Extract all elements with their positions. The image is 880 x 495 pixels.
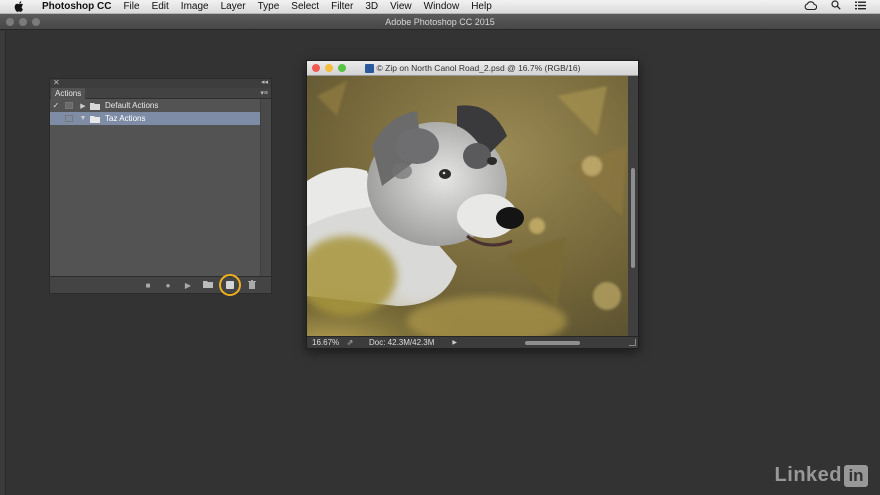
menu-help[interactable]: Help [465, 0, 498, 14]
horizontal-scroll-thumb[interactable] [525, 341, 580, 345]
action-set-taz[interactable]: ▼ Taz Actions [50, 112, 261, 125]
menu-app-name[interactable]: Photoshop CC [36, 0, 117, 14]
close-panel-icon[interactable]: ✕ [53, 78, 60, 87]
zoom-document-button[interactable] [338, 64, 346, 72]
dog-photo [307, 76, 629, 338]
doc-size-info: Doc: 42.3M/42.3M [369, 338, 435, 347]
action-set-name: Taz Actions [105, 114, 146, 123]
document-title-bar: © Zip on North Canol Road_2.psd @ 16.7% … [307, 61, 638, 76]
action-set-name: Default Actions [105, 101, 159, 110]
watermark-logo: in [844, 464, 868, 487]
minimize-document-button[interactable] [325, 64, 333, 72]
linkedin-watermark: Linked in [775, 464, 868, 487]
menu-image[interactable]: Image [175, 0, 215, 14]
panel-tab-bar: Actions ▾≡ [50, 88, 271, 99]
expand-arrow-icon[interactable]: ▶ [78, 102, 88, 110]
panel-menu-icon[interactable]: ▾≡ [260, 89, 268, 97]
window-controls [6, 18, 40, 26]
app-title-bar: Adobe Photoshop CC 2015 [0, 14, 880, 30]
menu-bar: Photoshop CC File Edit Image Layer Type … [0, 0, 880, 14]
menu-extras [804, 0, 866, 13]
menu-select[interactable]: Select [285, 0, 325, 14]
watermark-text: Linked [774, 464, 842, 486]
menu-type[interactable]: Type [252, 0, 286, 14]
actions-scrollbar[interactable] [260, 99, 271, 277]
document-window: © Zip on North Canol Road_2.psd @ 16.7% … [306, 60, 639, 349]
close-document-button[interactable] [312, 64, 320, 72]
menu-view[interactable]: View [384, 0, 418, 14]
tools-strip [0, 31, 6, 495]
app-title: Adobe Photoshop CC 2015 [385, 16, 495, 27]
close-window-button[interactable] [6, 18, 14, 26]
action-set-default[interactable]: ✓ ▶ Default Actions [50, 99, 261, 112]
menu-layer[interactable]: Layer [215, 0, 252, 14]
play-icon[interactable]: ▶ [183, 281, 193, 290]
document-window-controls [312, 64, 346, 72]
tab-actions[interactable]: Actions [51, 88, 86, 99]
vertical-scroll-thumb[interactable] [631, 168, 635, 268]
actions-panel: ✕ ◂◂ Actions ▾≡ ✓ ▶ Default Actions ▼ Ta… [49, 78, 272, 296]
zoom-level[interactable]: 16.67% [307, 338, 343, 347]
open-folder-icon [90, 115, 100, 123]
document-title: © Zip on North Canol Road_2.psd @ 16.7% … [376, 63, 581, 73]
collapse-arrow-icon[interactable]: ▼ [78, 115, 88, 122]
apple-icon[interactable] [12, 1, 26, 12]
menu-filter[interactable]: Filter [325, 0, 359, 14]
new-action-icon[interactable] [219, 274, 241, 296]
share-icon[interactable]: ⇗ [343, 338, 357, 347]
menu-window[interactable]: Window [418, 0, 466, 14]
notification-list-icon[interactable] [855, 1, 866, 13]
panel-header: ✕ ◂◂ [50, 78, 271, 88]
document-status-bar: 16.67% ⇗ Doc: 42.3M/42.3M ▶ [307, 336, 638, 348]
actions-list: ✓ ▶ Default Actions ▼ Taz Actions [50, 99, 261, 277]
menu-edit[interactable]: Edit [146, 0, 175, 14]
search-icon[interactable] [831, 0, 841, 13]
zoom-window-button[interactable] [32, 18, 40, 26]
collapse-panel-icon[interactable]: ◂◂ [261, 78, 268, 86]
minimize-window-button[interactable] [19, 18, 27, 26]
menu-3d[interactable]: 3D [359, 0, 384, 14]
folder-icon[interactable] [203, 280, 213, 290]
actions-footer: ■ ● ▶ [50, 274, 271, 296]
status-menu-arrow-icon[interactable]: ▶ [452, 339, 457, 346]
dialog-toggle-icon[interactable] [65, 102, 73, 109]
toggle-checkmark[interactable]: ✓ [50, 101, 62, 110]
document-canvas[interactable] [307, 76, 629, 338]
dialog-toggle-icon[interactable] [65, 115, 73, 122]
trash-icon[interactable] [247, 279, 257, 291]
menu-file[interactable]: File [117, 0, 145, 14]
record-icon[interactable]: ● [163, 281, 173, 290]
stop-icon[interactable]: ■ [143, 281, 153, 290]
document-vertical-scrollbar[interactable] [628, 76, 638, 338]
resize-grip-icon[interactable] [629, 339, 636, 346]
psd-file-icon [364, 63, 374, 73]
folder-icon [90, 102, 100, 110]
creative-cloud-icon[interactable] [804, 0, 818, 13]
